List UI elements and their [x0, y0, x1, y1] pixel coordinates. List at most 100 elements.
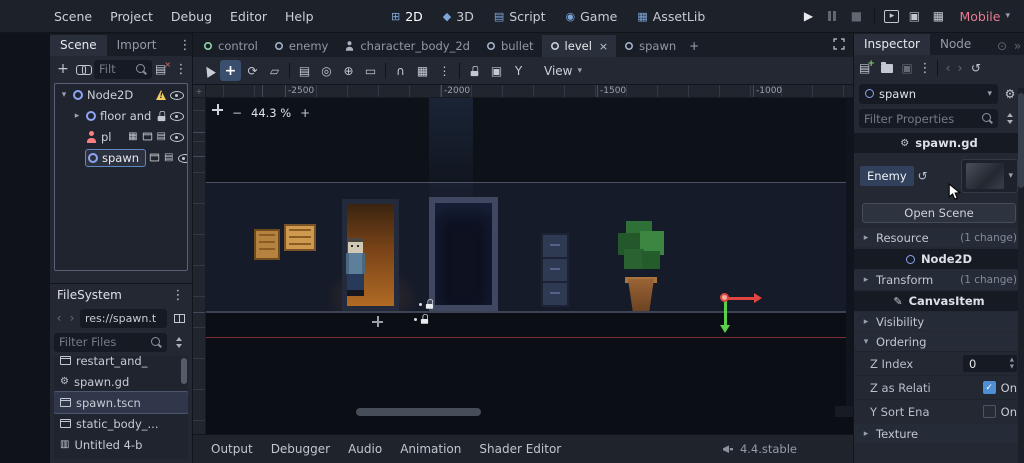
instance-scene-button[interactable]: [74, 60, 92, 78]
group-object-button[interactable]: ▣: [486, 60, 507, 81]
pivot-tool-button[interactable]: ◎: [316, 60, 337, 81]
group-resource[interactable]: ▸ Resource (1 change): [854, 228, 1024, 247]
panel-shader-editor-button[interactable]: Shader Editor: [471, 438, 569, 460]
workspace-assetlib[interactable]: ▦ AssetLib: [629, 5, 713, 28]
pause-button[interactable]: [823, 7, 841, 25]
file-list[interactable]: restart_and_ ⚙ spawn.gd spawn.tscn stati…: [54, 356, 188, 459]
selected-node[interactable]: spawn: [84, 148, 147, 167]
select-tool-button[interactable]: [198, 60, 219, 81]
z-index-spinbox[interactable]: 0 ▲ ▼: [963, 355, 1017, 372]
panel-audio-button[interactable]: Audio: [340, 438, 390, 460]
tree-row-pl[interactable]: pl ▦ ▤: [55, 126, 187, 147]
history-forward-icon[interactable]: ›: [955, 59, 965, 77]
move-tool-button[interactable]: +: [220, 60, 241, 81]
zoom-percent[interactable]: 44.3 %: [251, 106, 291, 120]
edited-object-dropdown[interactable]: spawn ▾: [859, 83, 998, 104]
open-scene-icon[interactable]: [149, 153, 160, 162]
panel-animation-button[interactable]: Animation: [392, 438, 469, 460]
group-transform[interactable]: ▸ Transform (1 change): [854, 270, 1024, 289]
zoom-out-button[interactable]: −: [231, 104, 243, 122]
visibility-toggle-icon[interactable]: [170, 130, 184, 143]
warning-icon[interactable]: [156, 89, 166, 100]
group-ordering[interactable]: ▾ Ordering: [854, 332, 1024, 351]
workspace-2d[interactable]: ⊞ 2D: [383, 5, 431, 28]
version-info[interactable]: 4.4.stable: [722, 442, 843, 456]
menu-project[interactable]: Project: [102, 5, 161, 28]
workspace-3d[interactable]: ◆ 3D: [435, 5, 482, 28]
pan-tool-button[interactable]: ⊕: [338, 60, 359, 81]
spinner-arrows-icon[interactable]: ▲ ▼: [1010, 357, 1014, 369]
menu-help[interactable]: Help: [277, 5, 322, 28]
tab-scene[interactable]: Scene: [50, 35, 107, 56]
file-list-scrollbar[interactable]: [181, 358, 187, 384]
history-tab-icon[interactable]: ⊙: [993, 37, 1011, 55]
open-scene-button[interactable]: Open Scene: [862, 203, 1016, 223]
lock-object-button[interactable]: [464, 60, 485, 81]
filter-options-icon[interactable]: [1001, 110, 1019, 128]
scene-dock-options-icon[interactable]: ⋮: [174, 60, 188, 78]
tab-inspector[interactable]: Inspector: [854, 34, 930, 55]
scene-tab-spawn[interactable]: spawn: [616, 35, 684, 57]
visibility-toggle-icon[interactable]: [177, 151, 187, 164]
file-row[interactable]: static_body_...: [54, 413, 188, 434]
new-resource-button[interactable]: ▤ +: [858, 59, 876, 77]
workspace-game[interactable]: ◉ Game: [558, 5, 626, 28]
snap-options-menu[interactable]: ⋮: [434, 60, 455, 81]
script-icon[interactable]: ▤: [157, 131, 166, 142]
ruler-tool-button[interactable]: ▭: [360, 60, 381, 81]
list-select-tool-button[interactable]: ▤: [294, 60, 315, 81]
expand-viewport-icon[interactable]: [833, 38, 845, 53]
group-texture[interactable]: ▸ Texture: [854, 424, 1024, 443]
canvas-vertical-scrollbar[interactable]: [846, 98, 853, 406]
enemy-property-label[interactable]: Enemy: [860, 166, 914, 186]
section-node2d[interactable]: Node2D: [854, 249, 1024, 269]
collapse-icon[interactable]: ▾: [59, 90, 69, 100]
revert-property-icon[interactable]: ↺: [918, 169, 928, 183]
menu-scene[interactable]: Scene: [46, 5, 100, 28]
play-scene-button[interactable]: ▸: [884, 9, 900, 23]
filesystem-menu-icon[interactable]: ⋮: [171, 286, 185, 304]
menu-debug[interactable]: Debug: [163, 5, 220, 28]
split-view-icon[interactable]: [170, 309, 188, 327]
resource-options-icon[interactable]: ⋮: [918, 59, 932, 77]
load-resource-button[interactable]: [878, 59, 896, 77]
panel-output-button[interactable]: Output: [203, 438, 261, 460]
inspector-scrollbar-thumb[interactable]: [1018, 93, 1024, 188]
scene-tab-bullet[interactable]: bullet: [478, 35, 542, 57]
gizmo-x-arrowhead[interactable]: [754, 293, 762, 303]
view-menu-button[interactable]: View ▾: [536, 61, 590, 81]
canvas-horizontal-scrollbar[interactable]: [356, 408, 481, 416]
section-script[interactable]: ⚙ spawn.gd: [854, 133, 1024, 153]
grid-snap-toggle[interactable]: ▦: [412, 60, 433, 81]
enemy-resource-picker[interactable]: ▾: [961, 159, 1018, 193]
save-resource-button[interactable]: ▣: [898, 59, 916, 77]
nav-forward-icon[interactable]: ›: [67, 309, 77, 327]
center-view-icon[interactable]: [212, 108, 223, 119]
movie-maker-button[interactable]: ▦: [929, 7, 947, 25]
2d-viewport-canvas[interactable]: − 44.3 % +: [206, 98, 853, 434]
history-back-icon[interactable]: ‹: [943, 59, 953, 77]
property-filter-input[interactable]: [864, 111, 978, 126]
file-row[interactable]: ⚙ spawn.gd: [54, 371, 188, 392]
object-extras-icon[interactable]: ⚙: [1001, 85, 1019, 103]
z-as-relative-checkbox[interactable]: ✓ On: [982, 381, 1017, 395]
tab-overflow-icon[interactable]: »: [1011, 37, 1024, 55]
scale-tool-button[interactable]: ▱: [264, 60, 285, 81]
play-custom-scene-button[interactable]: ▣: [905, 7, 923, 25]
menu-editor[interactable]: Editor: [222, 5, 275, 28]
tab-import[interactable]: Import: [107, 35, 167, 56]
stop-button[interactable]: ■: [847, 7, 865, 25]
rotate-tool-button[interactable]: ⟳: [242, 60, 263, 81]
workspace-script[interactable]: ▤ Script: [486, 5, 554, 28]
scene-tab-level-active[interactable]: level ×: [541, 35, 617, 57]
new-scene-tab-button[interactable]: +: [684, 35, 704, 57]
attach-script-button[interactable]: ▤ ×: [154, 60, 172, 78]
zoom-in-button[interactable]: +: [299, 104, 311, 122]
scene-filter-input[interactable]: [99, 62, 132, 76]
edit-history-icon[interactable]: ↺: [967, 59, 985, 77]
scene-tab-character-body-2d[interactable]: character_body_2d: [336, 35, 478, 57]
tab-node[interactable]: Node: [930, 34, 981, 55]
file-row[interactable]: ▥ Untitled 4-b: [54, 434, 188, 455]
script-icon[interactable]: ▤: [164, 152, 173, 163]
smart-snap-toggle[interactable]: ∩: [390, 60, 411, 81]
